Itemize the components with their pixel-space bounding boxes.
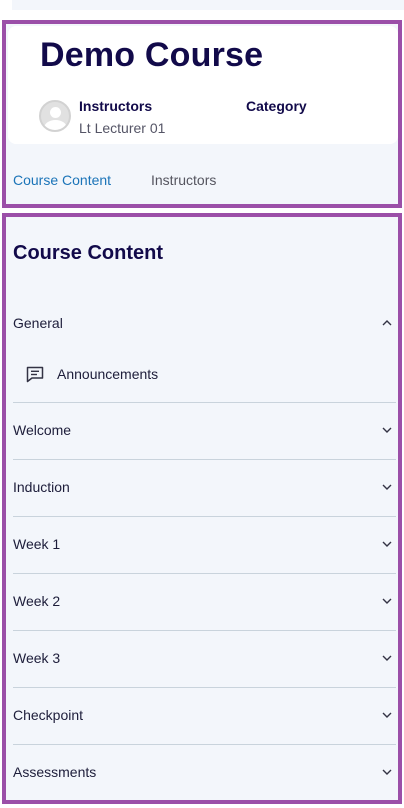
section-label: Week 1	[13, 536, 61, 552]
tab-instructors[interactable]: Instructors	[151, 172, 216, 188]
chevron-down-icon[interactable]	[382, 767, 392, 777]
section-label: Week 3	[13, 650, 61, 666]
chevron-down-icon[interactable]	[382, 710, 392, 720]
top-strip	[12, 0, 404, 10]
course-content-heading: Course Content	[13, 242, 163, 264]
course-title: Demo Course	[40, 36, 264, 74]
chevron-down-icon[interactable]	[382, 539, 392, 549]
section-label: Induction	[13, 479, 70, 495]
section-label: Assessments	[13, 764, 97, 780]
section-week-2[interactable]: Week 2	[13, 573, 396, 630]
section-label: General	[13, 315, 63, 331]
course-header-card: Demo Course Instructors Category Lt Lect…	[8, 26, 398, 144]
section-general[interactable]: General	[13, 296, 396, 353]
section-week-1[interactable]: Week 1	[13, 516, 396, 573]
section-induction[interactable]: Induction	[13, 459, 396, 516]
forum-icon	[26, 366, 44, 383]
tab-course-content[interactable]: Course Content	[13, 172, 111, 188]
chevron-down-icon[interactable]	[382, 482, 392, 492]
section-assessments[interactable]: Assessments	[13, 744, 396, 801]
chevron-up-icon[interactable]	[382, 318, 392, 328]
activity-announcements[interactable]: Announcements	[13, 360, 396, 406]
section-checkpoint[interactable]: Checkpoint	[13, 687, 396, 744]
section-label: Welcome	[13, 422, 72, 438]
chevron-down-icon[interactable]	[382, 596, 392, 606]
category-label: Category	[246, 98, 307, 114]
section-week-3[interactable]: Week 3	[13, 630, 396, 687]
course-content-region: Course Content General Announcements Wel…	[2, 213, 402, 804]
instructor-avatar[interactable]	[39, 100, 71, 132]
section-label: Week 2	[13, 593, 61, 609]
section-welcome[interactable]: Welcome	[13, 402, 396, 459]
instructors-label: Instructors	[79, 98, 153, 114]
instructor-name-link[interactable]: Lt Lecturer 01	[79, 120, 165, 136]
course-header-region: Demo Course Instructors Category Lt Lect…	[2, 20, 402, 208]
section-label: Checkpoint	[13, 707, 84, 723]
chevron-down-icon[interactable]	[382, 425, 392, 435]
activity-label[interactable]: Announcements	[57, 366, 158, 382]
chevron-down-icon[interactable]	[382, 653, 392, 663]
